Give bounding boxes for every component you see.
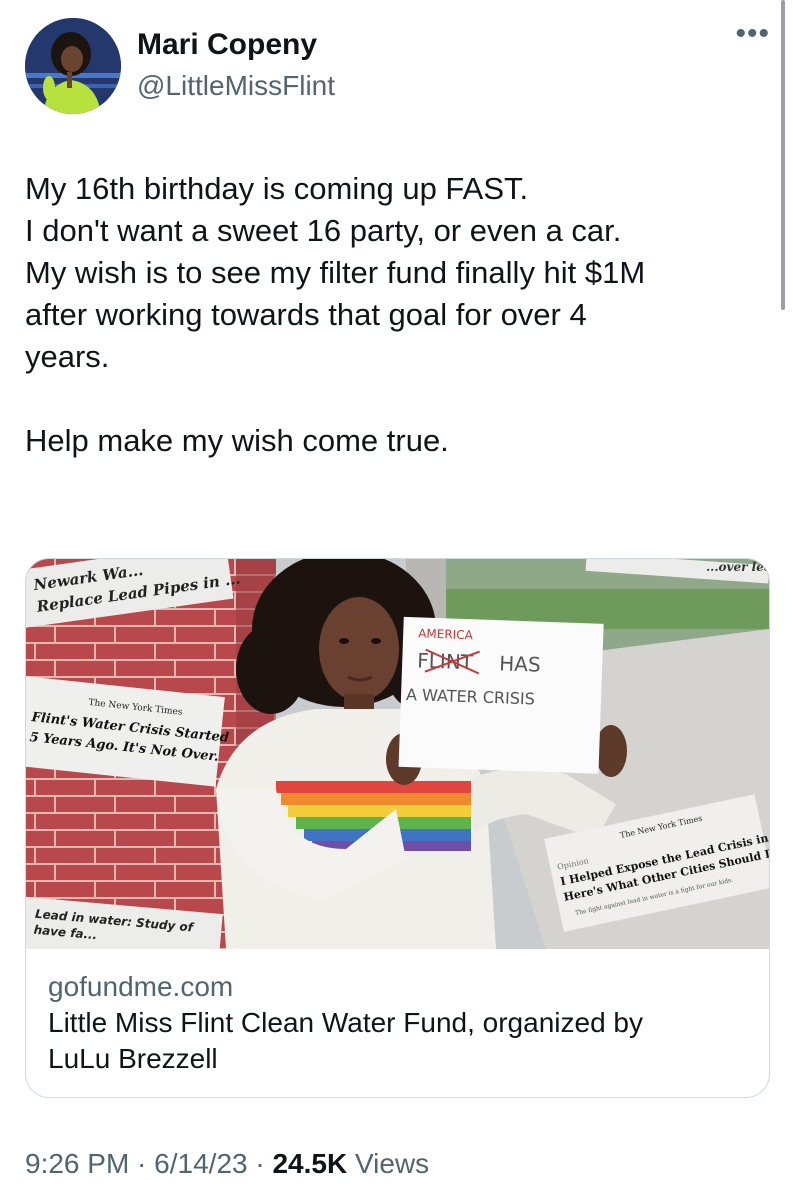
tweet-meta: 9:26 PM · 6/14/23 · 24.5K Views: [25, 1148, 429, 1180]
separator: ·: [247, 1148, 273, 1179]
sign-text: HAS: [499, 651, 541, 676]
sign-text: AMERICA: [418, 626, 474, 642]
clip-text: ...over lead: [706, 560, 769, 574]
card-title[interactable]: Little Miss Flint Clean Water Fund, orga…: [48, 1005, 749, 1041]
card-title[interactable]: LuLu Brezzell: [48, 1041, 749, 1077]
tweet-text: My 16th birthday is coming up FAST. I do…: [25, 168, 770, 462]
tweet-text-line: years.: [25, 339, 110, 374]
tweet-text-closing: Help make my wish come true.: [25, 423, 449, 458]
tweet-text-line: I don't want a sweet 16 party, or even a…: [25, 213, 622, 248]
card-image[interactable]: Newark Wa... Replace Lead Pipes in ... .…: [26, 559, 769, 949]
tweet-text-line: My 16th birthday is coming up FAST.: [25, 171, 529, 206]
link-card[interactable]: Newark Wa... Replace Lead Pipes in ... .…: [25, 558, 770, 1098]
avatar[interactable]: [25, 18, 121, 114]
separator: ·: [129, 1148, 155, 1179]
views-label: Views: [347, 1148, 430, 1179]
tweet-date[interactable]: 6/14/23: [154, 1148, 247, 1179]
author-handle[interactable]: @LittleMissFlint: [137, 70, 335, 102]
scrollbar[interactable]: [781, 0, 785, 310]
tweet-time[interactable]: 9:26 PM: [25, 1148, 129, 1179]
author-name[interactable]: Mari Copeny: [137, 28, 317, 62]
card-meta: gofundme.com Little Miss Flint Clean Wat…: [48, 969, 749, 1077]
tweet-header: Mari Copeny @LittleMissFlint •••: [25, 18, 770, 118]
tweet-text-line: after working towards that goal for over…: [25, 297, 587, 332]
card-domain[interactable]: gofundme.com: [48, 969, 749, 1005]
tweet-text-line: My wish is to see my filter fund finally…: [25, 255, 646, 290]
views-count[interactable]: 24.5K: [272, 1148, 347, 1179]
more-horizontal-icon[interactable]: •••: [735, 19, 770, 49]
